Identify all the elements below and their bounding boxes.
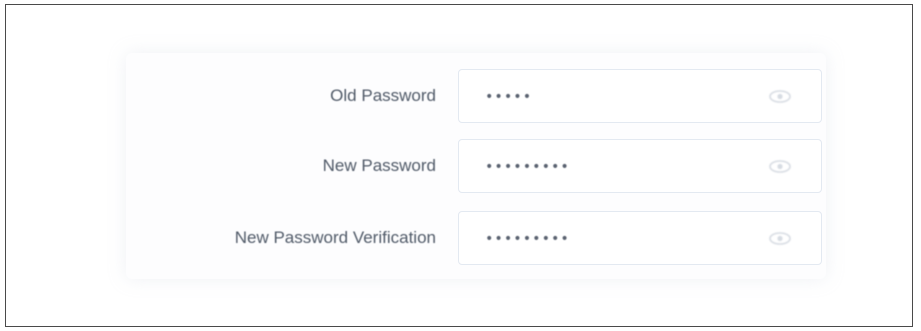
new-password-verification-row: New Password Verification ••••••••• xyxy=(126,211,826,265)
new-password-label: New Password xyxy=(322,156,436,175)
new-password-row: New Password ••••••••• xyxy=(126,139,826,193)
eye-icon[interactable] xyxy=(769,160,791,173)
new-password-verification-field[interactable]: ••••••••• xyxy=(458,211,822,265)
old-password-row: Old Password ••••• xyxy=(126,69,826,123)
new-password-field[interactable]: ••••••••• xyxy=(458,139,822,193)
old-password-label: Old Password xyxy=(330,86,436,105)
new-password-verification-label: New Password Verification xyxy=(234,228,436,247)
old-password-field[interactable]: ••••• xyxy=(458,69,822,123)
new-password-value: ••••••••• xyxy=(485,159,570,175)
password-form: Old Password ••••• New Password ••••••••… xyxy=(126,53,826,279)
new-password-verification-value: ••••••••• xyxy=(485,231,570,247)
eye-icon[interactable] xyxy=(769,232,791,245)
screenshot-frame: Old Password ••••• New Password ••••••••… xyxy=(5,4,913,327)
old-password-value: ••••• xyxy=(485,89,533,105)
eye-icon[interactable] xyxy=(769,90,791,103)
